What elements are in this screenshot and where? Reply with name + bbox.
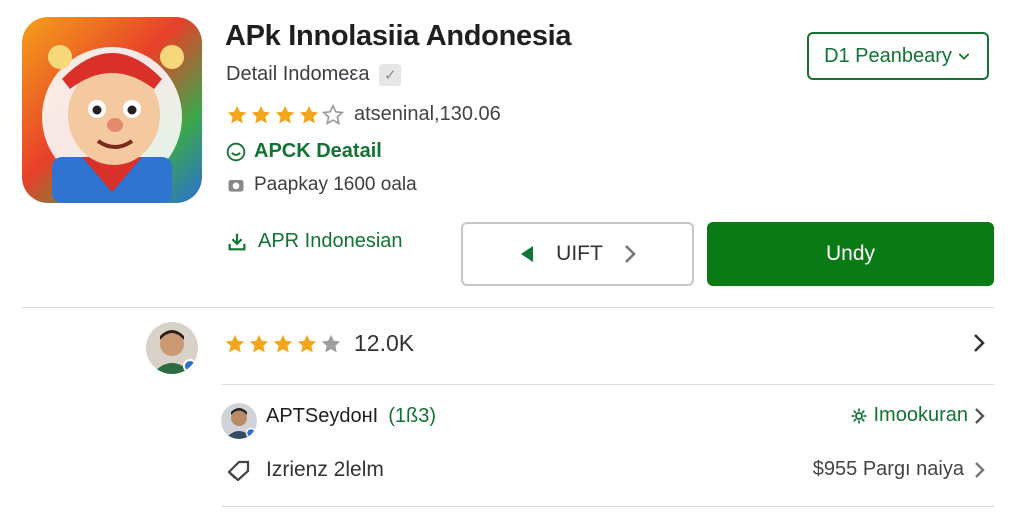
price-label: $955 Pargı naiya: [812, 458, 964, 480]
detail-link-label: APCK Deatail: [254, 140, 382, 162]
review-count: 12.0K: [354, 330, 415, 356]
review-stars: [224, 333, 342, 355]
avatar: [146, 322, 198, 374]
package-info: Paapkay 1600 oala: [226, 174, 417, 196]
dropdown-button[interactable]: D1 Peanbeary: [807, 32, 989, 80]
divider: [222, 506, 994, 507]
triangle-left-icon: [521, 246, 534, 262]
primary-button[interactable]: Undy: [707, 222, 994, 286]
star-icon: [227, 105, 247, 123]
size-label: Izrienz 2lelm: [266, 458, 384, 481]
rating-text: atseninal,130.06: [354, 103, 501, 125]
developer-link-label: Imookuran: [873, 404, 969, 426]
download-icon: [228, 233, 246, 250]
divider: [22, 307, 994, 308]
review-summary[interactable]: 12.0K: [224, 330, 414, 357]
star-icon: [275, 105, 295, 123]
dropdown-label: D1 Peanbeary: [824, 44, 952, 67]
app-icon[interactable]: [22, 17, 202, 203]
chevron-right-icon: [975, 407, 985, 424]
star-outline-icon: [322, 103, 344, 125]
size-row[interactable]: Izrienz 2lelm: [226, 458, 384, 482]
star-icon: [299, 105, 319, 123]
star-icon: [273, 334, 293, 352]
nav-button[interactable]: UIFT: [461, 222, 694, 286]
chevron-right-icon: [975, 461, 985, 478]
package-text: Paapkay 1600 oala: [254, 174, 417, 195]
star-gray-icon: [321, 334, 341, 352]
camera-icon: [228, 180, 244, 192]
app-subtitle: Detail Indomeεa ✓: [226, 63, 402, 86]
check-icon: ✓: [379, 63, 402, 86]
primary-button-label: Undy: [825, 242, 876, 265]
download-label: APR Indonesian: [258, 230, 403, 252]
tag-icon: [227, 460, 250, 481]
divider: [222, 384, 994, 385]
price-link[interactable]: $955 Pargı naiya: [813, 458, 986, 481]
download-info[interactable]: APR Indonesian: [226, 230, 403, 253]
gear-icon: [851, 408, 866, 423]
chevron-right-icon[interactable]: [972, 332, 986, 359]
developer-avatar: [221, 403, 257, 439]
developer-row[interactable]: APTSeydoнI (1ß3): [266, 405, 436, 428]
detail-link[interactable]: APCK Deatail: [226, 140, 382, 163]
subtitle-text: Detail Indomeεa: [226, 63, 370, 85]
star-icon: [225, 334, 245, 352]
nav-button-label: UIFT: [556, 242, 603, 265]
app-title: APk Innolasiia Andonesia: [225, 20, 572, 52]
chevron-right-icon: [624, 245, 636, 263]
rating-stars: [226, 103, 344, 126]
star-icon: [249, 334, 269, 352]
chevron-down-icon: [958, 53, 970, 60]
star-icon: [297, 334, 317, 352]
developer-name: APTSeydoнI: [266, 405, 379, 427]
developer-link[interactable]: Imookuran: [850, 404, 987, 427]
app-rating: atseninal,130.06: [226, 103, 501, 126]
smile-circle-icon: [226, 142, 246, 161]
star-icon: [251, 105, 271, 123]
developer-count: (1ß3): [388, 405, 437, 427]
